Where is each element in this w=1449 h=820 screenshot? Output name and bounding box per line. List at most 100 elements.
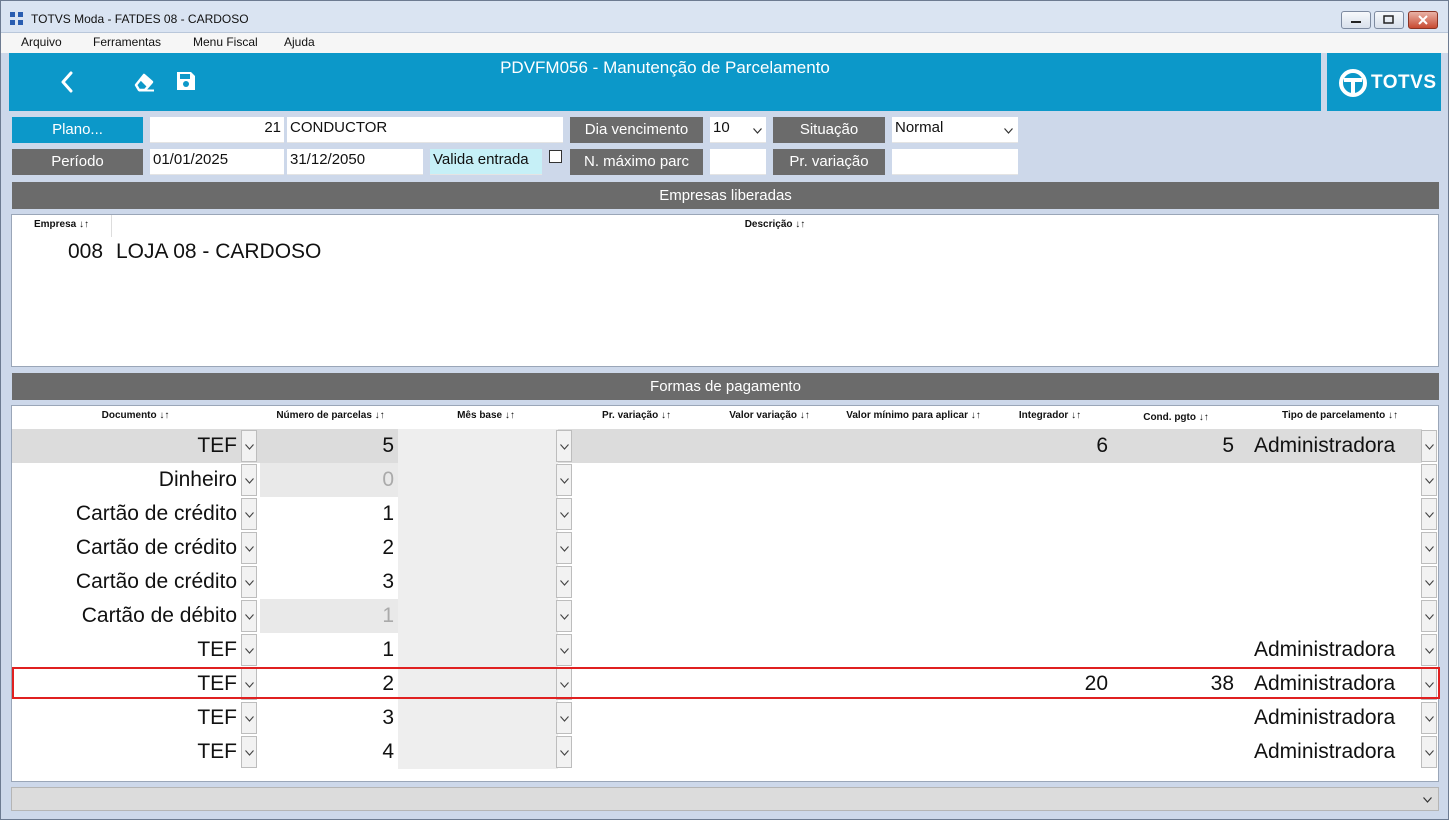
situacao-select[interactable]: Normal	[892, 117, 1018, 143]
documento-dropdown-button[interactable]	[241, 600, 257, 632]
mes-base-cell[interactable]	[398, 463, 558, 497]
mes-base-cell[interactable]	[398, 633, 558, 667]
documento-dropdown-button[interactable]	[241, 634, 257, 666]
tipo-parcelamento-cell[interactable]	[1254, 565, 1422, 599]
integrador-cell[interactable]	[992, 463, 1108, 497]
tipo-parcelamento-dropdown-button[interactable]	[1421, 702, 1437, 734]
tipo-parcelamento-cell[interactable]: Administradora	[1254, 701, 1422, 735]
integrador-cell[interactable]	[992, 599, 1108, 633]
cond-pgto-cell[interactable]	[1116, 565, 1234, 599]
pr-variacao-field[interactable]	[892, 149, 1018, 175]
table-row[interactable]: TEF 1 Administradora	[12, 633, 1438, 667]
documento-dropdown-button[interactable]	[241, 430, 257, 462]
parcelas-cell[interactable]: 1	[260, 599, 398, 633]
empresa-column-header[interactable]: Empresa ↓↑	[12, 219, 111, 230]
integrador-cell[interactable]	[992, 531, 1108, 565]
table-row[interactable]: TEF 5 6 5 Administradora	[12, 429, 1438, 463]
cond-pgto-column-header[interactable]: Cond. pgto ↓↑	[1113, 412, 1239, 423]
table-row[interactable]: Cartão de crédito 3	[12, 565, 1438, 599]
parcelas-cell[interactable]: 3	[260, 565, 398, 599]
eraser-icon[interactable]	[133, 71, 155, 93]
cond-pgto-cell[interactable]: 38	[1116, 667, 1234, 701]
parcelas-cell[interactable]: 4	[260, 735, 398, 769]
parcelas-column-header[interactable]: Número de parcelas ↓↑	[262, 410, 399, 421]
mes-base-column-header[interactable]: Mês base ↓↑	[400, 410, 572, 421]
mes-base-dropdown-button[interactable]	[556, 464, 572, 496]
tipo-parcelamento-dropdown-button[interactable]	[1421, 532, 1437, 564]
integrador-cell[interactable]: 6	[992, 429, 1108, 463]
integrador-cell[interactable]	[992, 497, 1108, 531]
mes-base-dropdown-button[interactable]	[556, 566, 572, 598]
cond-pgto-cell[interactable]	[1116, 497, 1234, 531]
tipo-parcelamento-cell[interactable]	[1254, 463, 1422, 497]
tipo-parcelamento-dropdown-button[interactable]	[1421, 464, 1437, 496]
mes-base-dropdown-button[interactable]	[556, 634, 572, 666]
integrador-cell[interactable]	[992, 633, 1108, 667]
documento-dropdown-button[interactable]	[241, 736, 257, 768]
parcelas-cell[interactable]: 3	[260, 701, 398, 735]
mes-base-dropdown-button[interactable]	[556, 736, 572, 768]
cond-pgto-cell[interactable]	[1116, 633, 1234, 667]
plano-name-field[interactable]: CONDUCTOR	[287, 117, 563, 143]
table-row[interactable]: Cartão de crédito 1	[12, 497, 1438, 531]
valor-minimo-column-header[interactable]: Valor mínimo para aplicar ↓↑	[840, 410, 987, 421]
tipo-parcelamento-dropdown-button[interactable]	[1421, 430, 1437, 462]
tipo-parcelamento-dropdown-button[interactable]	[1421, 600, 1437, 632]
cond-pgto-cell[interactable]	[1116, 531, 1234, 565]
menu-ajuda[interactable]: Ajuda	[284, 35, 315, 49]
table-row[interactable]: Cartão de débito 1	[12, 599, 1438, 633]
documento-dropdown-button[interactable]	[241, 702, 257, 734]
cond-pgto-cell[interactable]	[1116, 463, 1234, 497]
tipo-parcelamento-cell[interactable]: Administradora	[1254, 667, 1422, 701]
mes-base-cell[interactable]	[398, 599, 558, 633]
integrador-column-header[interactable]: Integrador ↓↑	[988, 410, 1112, 421]
mes-base-dropdown-button[interactable]	[556, 498, 572, 530]
dia-vencimento-select[interactable]: 10	[710, 117, 766, 143]
tipo-parcelamento-dropdown-button[interactable]	[1421, 566, 1437, 598]
mes-base-dropdown-button[interactable]	[556, 702, 572, 734]
mes-base-dropdown-button[interactable]	[556, 668, 572, 700]
back-icon[interactable]	[59, 71, 75, 93]
mes-base-cell[interactable]	[398, 429, 558, 463]
tipo-parcelamento-cell[interactable]: Administradora	[1254, 633, 1422, 667]
tipo-parcelamento-cell[interactable]	[1254, 497, 1422, 531]
documento-dropdown-button[interactable]	[241, 464, 257, 496]
table-row[interactable]: TEF 3 Administradora	[12, 701, 1438, 735]
plano-button[interactable]: Plano...	[12, 117, 143, 143]
cond-pgto-cell[interactable]	[1116, 599, 1234, 633]
tipo-parcelamento-cell[interactable]	[1254, 599, 1422, 633]
menu-ferramentas[interactable]: Ferramentas	[93, 35, 161, 49]
integrador-cell[interactable]	[992, 701, 1108, 735]
table-row[interactable]: Dinheiro 0	[12, 463, 1438, 497]
tipo-parcelamento-dropdown-button[interactable]	[1421, 498, 1437, 530]
mes-base-dropdown-button[interactable]	[556, 430, 572, 462]
tipo-parcelamento-dropdown-button[interactable]	[1421, 668, 1437, 700]
tipo-parcelamento-column-header[interactable]: Tipo de parcelamento ↓↑	[1242, 410, 1438, 421]
mes-base-cell[interactable]	[398, 565, 558, 599]
periodo-inicio-field[interactable]: 01/01/2025	[150, 149, 284, 175]
integrador-cell[interactable]: 20	[992, 667, 1108, 701]
tipo-parcelamento-cell[interactable]	[1254, 531, 1422, 565]
tipo-parcelamento-cell[interactable]: Administradora	[1254, 429, 1422, 463]
valida-entrada-checkbox[interactable]	[549, 150, 562, 163]
mes-base-cell[interactable]	[398, 531, 558, 565]
table-row[interactable]: TEF 2 20 38 Administradora	[12, 667, 1438, 701]
tipo-parcelamento-dropdown-button[interactable]	[1421, 634, 1437, 666]
documento-dropdown-button[interactable]	[241, 532, 257, 564]
cond-pgto-cell[interactable]	[1116, 701, 1234, 735]
descricao-column-header[interactable]: Descrição ↓↑	[112, 219, 1438, 230]
tipo-parcelamento-cell[interactable]: Administradora	[1254, 735, 1422, 769]
menu-arquivo[interactable]: Arquivo	[21, 35, 62, 49]
valor-variacao-column-header[interactable]: Valor variação ↓↑	[700, 410, 839, 421]
cond-pgto-cell[interactable]: 5	[1116, 429, 1234, 463]
integrador-cell[interactable]	[992, 735, 1108, 769]
parcelas-cell[interactable]: 1	[260, 497, 398, 531]
periodo-fim-field[interactable]: 31/12/2050	[287, 149, 423, 175]
restore-button[interactable]	[1374, 11, 1404, 29]
n-maximo-field[interactable]	[710, 149, 766, 175]
tipo-parcelamento-dropdown-button[interactable]	[1421, 736, 1437, 768]
mes-base-dropdown-button[interactable]	[556, 600, 572, 632]
close-button[interactable]	[1408, 11, 1438, 29]
status-bar[interactable]	[11, 787, 1439, 811]
mes-base-cell[interactable]	[398, 735, 558, 769]
